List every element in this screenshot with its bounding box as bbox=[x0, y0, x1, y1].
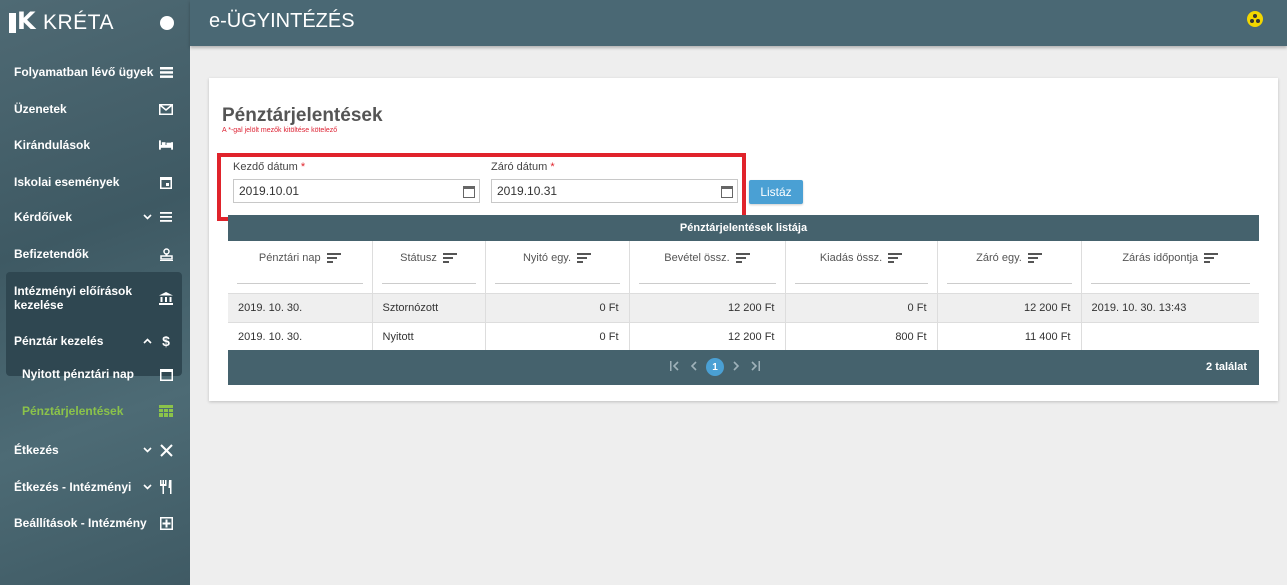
prev-page-icon[interactable] bbox=[690, 360, 698, 374]
calendar-icon bbox=[159, 367, 173, 381]
table-cell: 2019. 10. 30. bbox=[228, 321, 373, 351]
sidebar-item-penztarjelentesek[interactable]: Pénztárjelentések bbox=[0, 401, 190, 421]
sort-icon bbox=[326, 253, 341, 263]
start-date-label: Kezdő dátum * bbox=[233, 161, 306, 173]
start-date-input[interactable] bbox=[233, 179, 480, 203]
table-cell: Sztornózott bbox=[372, 292, 486, 322]
required-note: A *-gal jelölt mezők kitöltése kötelező bbox=[222, 127, 338, 134]
page-number-button[interactable]: 1 bbox=[706, 358, 724, 376]
table-header-row: Pénztári nap Státusz Nyitó egy. Bevétel … bbox=[228, 241, 1259, 293]
table-cell: 2019. 10. 30. 13:43 bbox=[1081, 292, 1259, 322]
list-icon bbox=[159, 65, 173, 79]
brand-name: KRÉTA bbox=[43, 11, 114, 34]
column-header[interactable]: Pénztári nap bbox=[228, 241, 373, 293]
chevron-up-icon bbox=[143, 336, 152, 347]
column-header[interactable]: Záró egy. bbox=[937, 241, 1082, 293]
column-header[interactable]: Nyitó egy. bbox=[485, 241, 630, 293]
filter-input[interactable] bbox=[381, 283, 476, 284]
user-icon[interactable] bbox=[1247, 11, 1263, 27]
table-cell: 12 200 Ft bbox=[937, 292, 1082, 322]
kreta-logo-icon: K bbox=[9, 9, 36, 34]
sort-icon bbox=[442, 253, 457, 263]
sidebar-item-nyitott-penztari-nap[interactable]: Nyitott pénztári nap bbox=[0, 364, 190, 384]
filter-input[interactable] bbox=[638, 283, 776, 284]
table-cell: Nyitott bbox=[372, 321, 486, 351]
column-header[interactable]: Státusz bbox=[372, 241, 486, 293]
sidebar-item-befizetendok[interactable]: Befizetendők bbox=[0, 244, 190, 264]
sidebar-item-intezmenyi-eloirasok[interactable]: Intézményi előírások kezelése bbox=[0, 282, 190, 314]
utensils-icon bbox=[159, 480, 173, 494]
filter-input[interactable] bbox=[237, 283, 363, 284]
table-cell bbox=[1081, 321, 1259, 351]
bed-icon bbox=[159, 138, 173, 152]
sidebar-item-etkezes[interactable]: Étkezés bbox=[0, 440, 190, 460]
table-cell: 0 Ft bbox=[485, 321, 630, 351]
table-cell: 2019. 10. 30. bbox=[228, 292, 373, 322]
table-cell: 0 Ft bbox=[485, 292, 630, 322]
column-header[interactable]: Kiadás össz. bbox=[785, 241, 938, 293]
sidebar-item-etkezes-intezmenyi[interactable]: Étkezés - Intézményi bbox=[0, 477, 190, 497]
filter-input[interactable] bbox=[794, 283, 928, 284]
table-cell: 0 Ft bbox=[785, 292, 938, 322]
sidebar-item-iskolai-esemenyek[interactable]: Iskolai események bbox=[0, 172, 190, 192]
sidebar-item-penztar-kezeles[interactable]: Pénztár kezelés $ bbox=[0, 331, 190, 351]
table-cell: 11 400 Ft bbox=[937, 321, 1082, 351]
sidebar-item-kirandulasok[interactable]: Kirándulások bbox=[0, 135, 190, 155]
status-dot-icon[interactable] bbox=[160, 16, 174, 30]
filter-input[interactable] bbox=[1090, 283, 1250, 284]
sort-icon bbox=[735, 253, 750, 263]
dollar-icon: $ bbox=[162, 333, 170, 349]
end-date-label: Záró dátum * bbox=[491, 161, 555, 173]
filter-input[interactable] bbox=[494, 283, 620, 284]
result-count: 2 találat bbox=[1206, 361, 1247, 373]
sort-icon bbox=[577, 253, 592, 263]
table-cell: 12 200 Ft bbox=[629, 292, 786, 322]
sidebar-item-beallitasok-intezmeny[interactable]: Beállítások - Intézmény bbox=[0, 513, 190, 533]
calendar-event-icon bbox=[159, 175, 173, 189]
report-table: Pénztári nap Státusz Nyitó egy. Bevétel … bbox=[228, 241, 1259, 351]
bank-icon bbox=[159, 291, 173, 305]
table-row[interactable]: 2019. 10. 30. Nyitott 0 Ft 12 200 Ft 800… bbox=[228, 321, 1259, 351]
table-footer: 1 2 találat bbox=[228, 350, 1259, 385]
calendar-icon[interactable] bbox=[721, 186, 733, 198]
list-button[interactable]: Listáz bbox=[749, 180, 803, 204]
end-date-input[interactable] bbox=[491, 179, 738, 203]
settings-box-icon bbox=[159, 516, 173, 530]
report-card: Pénztárjelentések A *-gal jelölt mezők k… bbox=[209, 78, 1278, 401]
chevron-down-icon bbox=[143, 482, 152, 493]
chevron-down-icon bbox=[143, 445, 152, 456]
page-title: Pénztárjelentések bbox=[222, 105, 383, 126]
table-icon bbox=[159, 404, 173, 418]
calendar-icon[interactable] bbox=[463, 186, 475, 198]
last-page-icon[interactable] bbox=[748, 360, 760, 374]
column-header[interactable]: Zárás időpontja bbox=[1081, 241, 1259, 293]
table-cell: 12 200 Ft bbox=[629, 321, 786, 351]
stamp-icon bbox=[159, 247, 173, 261]
list-icon bbox=[159, 210, 173, 224]
filter-input[interactable] bbox=[946, 283, 1072, 284]
mail-icon bbox=[159, 102, 173, 116]
sidebar-item-uzenetek[interactable]: Üzenetek bbox=[0, 99, 190, 119]
sort-icon bbox=[1204, 253, 1219, 263]
utensils-cross-icon bbox=[159, 443, 173, 457]
app-title: e-ÜGYINTÉZÉS bbox=[209, 10, 355, 32]
table-caption: Pénztárjelentések listája bbox=[228, 215, 1259, 241]
sidebar-item-kerdoivek[interactable]: Kérdőívek bbox=[0, 207, 190, 227]
table-row[interactable]: 2019. 10. 30. Sztornózott 0 Ft 12 200 Ft… bbox=[228, 292, 1259, 322]
sidebar: K KRÉTA Folyamatban lévő ügyek Üzenetek … bbox=[0, 0, 190, 585]
next-page-icon[interactable] bbox=[732, 360, 740, 374]
first-page-icon[interactable] bbox=[670, 360, 682, 374]
chevron-down-icon bbox=[143, 212, 152, 223]
sort-icon bbox=[888, 253, 903, 263]
table-cell: 800 Ft bbox=[785, 321, 938, 351]
pager: 1 bbox=[670, 358, 760, 376]
sort-icon bbox=[1027, 253, 1042, 263]
top-bar: e-ÜGYINTÉZÉS bbox=[190, 0, 1287, 46]
column-header[interactable]: Bevétel össz. bbox=[629, 241, 786, 293]
sidebar-item-folyamatban[interactable]: Folyamatban lévő ügyek bbox=[0, 62, 190, 82]
